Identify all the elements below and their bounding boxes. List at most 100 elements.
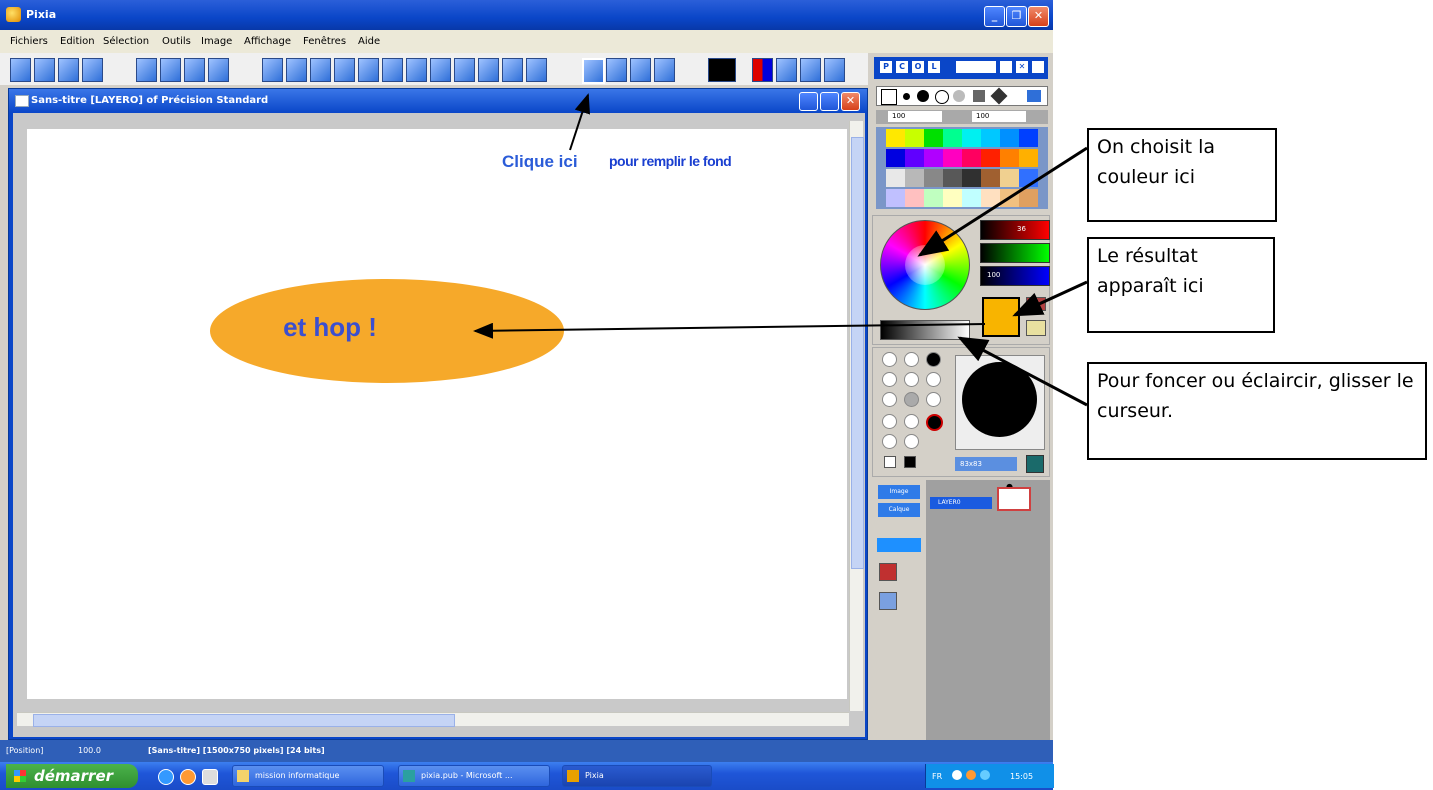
slider-value-1[interactable]: 100 — [888, 111, 942, 122]
start-button[interactable]: démarrer — [6, 764, 138, 788]
doc-close-button[interactable]: ✕ — [841, 92, 860, 111]
ellipse-tool-icon[interactable] — [334, 58, 355, 82]
desktop-icon[interactable] — [202, 769, 218, 785]
menu-edition[interactable]: Edition — [60, 36, 95, 47]
close-button[interactable]: ✕ — [1028, 6, 1049, 27]
tray-network-icon[interactable] — [952, 770, 962, 780]
image-button[interactable]: Image — [878, 485, 920, 499]
swatch[interactable] — [924, 169, 943, 187]
menu-selection[interactable]: Sélection — [103, 36, 149, 47]
swatch[interactable] — [962, 189, 981, 207]
palette-tab-p[interactable]: P — [880, 61, 892, 73]
brush-shape-option[interactable] — [904, 434, 919, 449]
vertical-scrollbar[interactable] — [849, 121, 864, 711]
blur-brush-icon[interactable] — [953, 90, 965, 102]
menu-image[interactable]: Image — [201, 36, 232, 47]
swatch[interactable] — [924, 129, 943, 147]
brush-square-black[interactable] — [904, 456, 916, 468]
copy-icon[interactable] — [184, 58, 205, 82]
brush-square-white[interactable] — [884, 456, 896, 468]
menu-fichiers[interactable]: Fichiers — [10, 36, 48, 47]
swatch[interactable] — [1000, 129, 1019, 147]
ie-icon[interactable] — [158, 769, 174, 785]
rectangle-tool-icon[interactable] — [286, 58, 307, 82]
zoom-in-icon[interactable] — [800, 58, 821, 82]
dot-brush-icon[interactable] — [903, 93, 910, 100]
polygon-tool-icon[interactable] — [382, 58, 403, 82]
open-file-icon[interactable] — [34, 58, 55, 82]
secondary-color-swatch[interactable] — [1026, 297, 1046, 311]
layer-item[interactable]: LAYER0 — [930, 497, 992, 509]
zoom-out-icon[interactable] — [824, 58, 845, 82]
task-mission-informatique[interactable]: mission informatique — [232, 765, 384, 787]
palette-tab-c[interactable]: C — [896, 61, 908, 73]
swatch[interactable] — [905, 149, 924, 167]
save-icon[interactable] — [58, 58, 79, 82]
result-color-swatch[interactable] — [982, 297, 1020, 337]
brush-size[interactable]: 83x83 — [955, 457, 1017, 471]
swatch[interactable] — [943, 129, 962, 147]
brush-settings-icon[interactable] — [1026, 455, 1044, 473]
color-swap-icon[interactable] — [752, 58, 773, 82]
horizontal-scrollbar[interactable] — [17, 712, 849, 727]
brush-select-icon[interactable] — [454, 58, 475, 82]
new-file-icon[interactable] — [10, 58, 31, 82]
brush-shape-option[interactable] — [882, 434, 897, 449]
swatch[interactable] — [905, 129, 924, 147]
layer-button[interactable]: Calque — [878, 503, 920, 517]
undo-icon[interactable] — [136, 58, 157, 82]
line-tool-icon[interactable] — [310, 58, 331, 82]
horizontal-scroll-thumb[interactable] — [33, 714, 455, 727]
swatch[interactable] — [886, 129, 905, 147]
palette-menu-icon[interactable] — [1032, 61, 1044, 73]
menu-outils[interactable]: Outils — [162, 36, 191, 47]
brush-shape-option[interactable] — [882, 352, 897, 367]
swatch[interactable] — [924, 189, 943, 207]
doc-minimize-button[interactable] — [799, 92, 818, 111]
swatch[interactable] — [981, 189, 1000, 207]
color-tool-icon[interactable] — [1026, 320, 1046, 336]
swatch[interactable] — [962, 129, 981, 147]
browser-icon[interactable] — [180, 769, 196, 785]
swatch[interactable] — [943, 149, 962, 167]
brush-shape-option[interactable] — [926, 392, 941, 407]
palette-tab-o[interactable]: O — [912, 61, 924, 73]
tray-app-icon[interactable] — [966, 770, 976, 780]
swatch[interactable] — [981, 149, 1000, 167]
current-color-icon[interactable] — [708, 58, 736, 82]
brush-shape-option[interactable] — [904, 372, 919, 387]
swatch[interactable] — [1019, 189, 1038, 207]
swatch[interactable] — [981, 169, 1000, 187]
layer-tool-icon[interactable] — [776, 58, 797, 82]
eyedropper-icon[interactable] — [654, 58, 675, 82]
tray-volume-icon[interactable] — [980, 770, 990, 780]
swatch[interactable] — [886, 149, 905, 167]
pen-tool-icon[interactable] — [262, 58, 283, 82]
scan-icon[interactable] — [82, 58, 103, 82]
lasso-tool-icon[interactable] — [358, 58, 379, 82]
redo-icon[interactable] — [160, 58, 181, 82]
menu-aide[interactable]: Aide — [358, 36, 380, 47]
vertical-scroll-thumb[interactable] — [851, 137, 864, 569]
fill-bucket-icon[interactable] — [582, 58, 605, 84]
curve-tool-icon[interactable] — [406, 58, 427, 82]
swatch[interactable] — [1000, 149, 1019, 167]
palette-mode-icon[interactable] — [956, 61, 996, 73]
brush-shape-option[interactable] — [882, 414, 897, 429]
palette-tab-l[interactable]: L — [928, 61, 940, 73]
restore-button[interactable]: ❐ — [1006, 6, 1027, 27]
drawing-canvas[interactable] — [27, 129, 847, 699]
brush-shape-option[interactable] — [882, 392, 897, 407]
palette-dock-icon[interactable] — [1000, 61, 1012, 73]
swatch[interactable] — [886, 189, 905, 207]
task-pixia-pub[interactable]: pixia.pub - Microsoft ... — [398, 765, 550, 787]
brightness-slider[interactable] — [880, 320, 970, 340]
brush-dropdown-icon[interactable] — [1027, 90, 1041, 102]
slider-value-2[interactable]: 100 — [972, 111, 1026, 122]
zoom-icon[interactable] — [630, 58, 651, 82]
brush-shape-option[interactable] — [882, 372, 897, 387]
transform-icon[interactable] — [502, 58, 523, 82]
texture-brush-icon[interactable] — [973, 90, 985, 102]
magic-wand-icon[interactable] — [478, 58, 499, 82]
swatch[interactable] — [924, 149, 943, 167]
